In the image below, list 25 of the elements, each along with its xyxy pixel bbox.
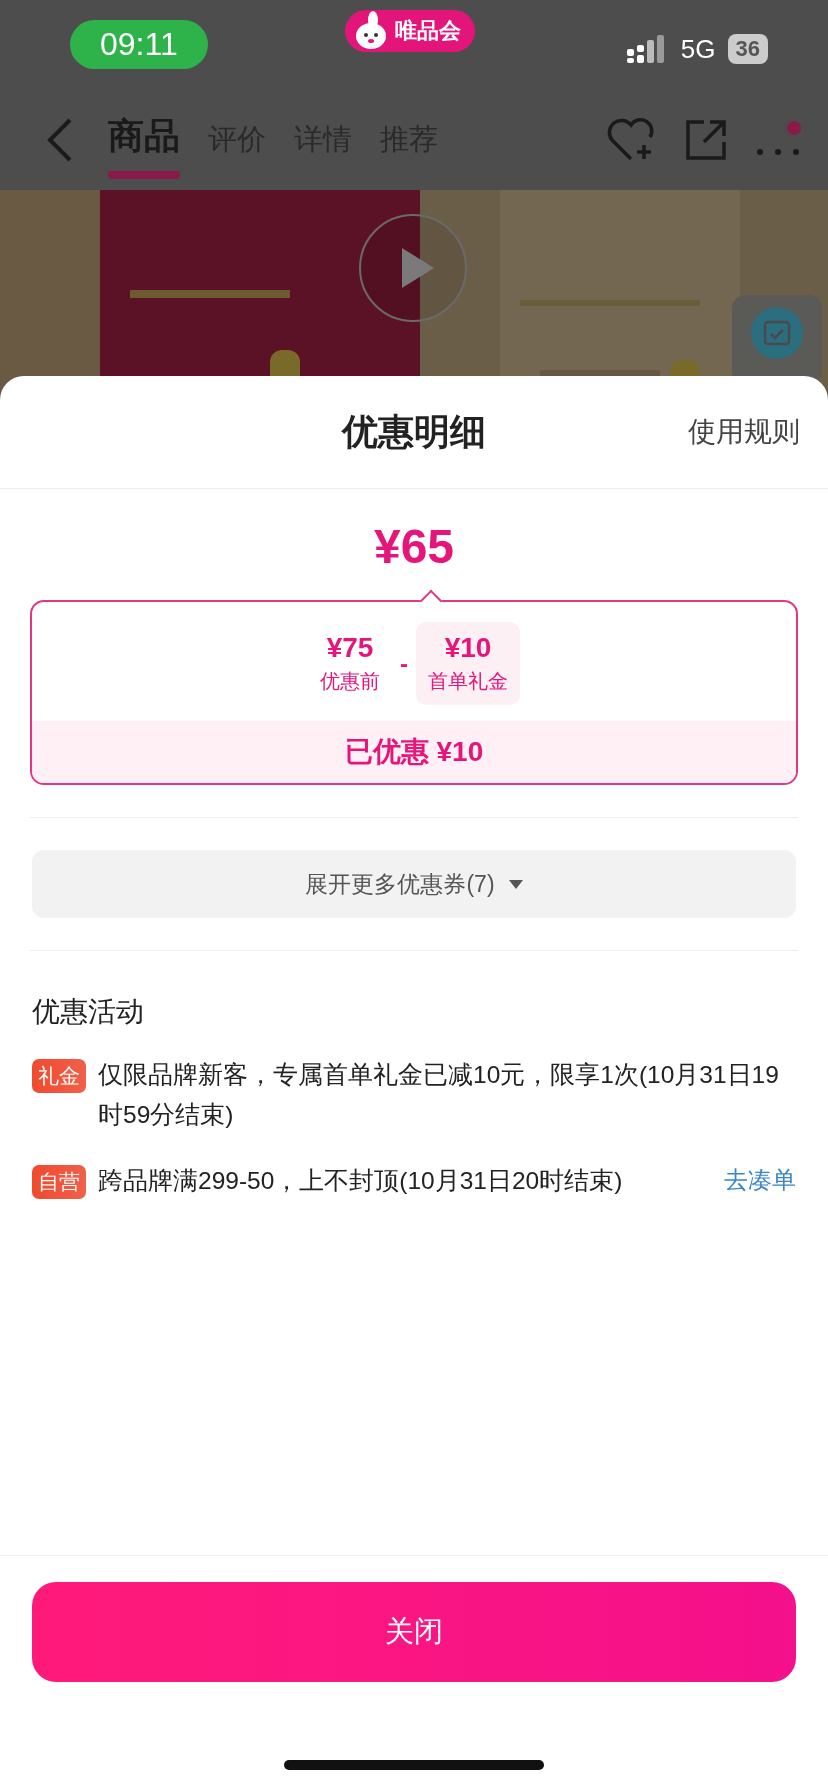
saved-amount: 已优惠 ¥10 xyxy=(32,721,796,783)
promo-text: 仅限品牌新客，专属首单礼金已减10元，限享1次(10月31日19时59分结束) xyxy=(98,1060,780,1130)
network-label: 5G xyxy=(680,33,716,65)
sheet-title: 优惠明细 xyxy=(342,409,486,454)
amount-item: ¥10 首单礼金 xyxy=(416,622,520,705)
play-button[interactable] xyxy=(358,213,468,323)
final-price: ¥65 xyxy=(373,519,455,574)
app-badge: 唯品会 xyxy=(345,10,475,52)
calendar-icon xyxy=(751,307,803,359)
share-icon[interactable] xyxy=(684,118,728,162)
promo-text: 跨品牌满299-50，上不封顶(10月31日20时结束) xyxy=(98,1166,624,1196)
promo-action-link[interactable]: 去凑单 xyxy=(724,1161,796,1199)
rules-link[interactable]: 使用规则 xyxy=(688,413,800,451)
expand-coupons-button[interactable]: 展开更多优惠券(7) xyxy=(32,850,796,918)
back-icon[interactable] xyxy=(46,118,74,162)
promo-tag: 自营 xyxy=(32,1165,86,1199)
close-button[interactable]: 关闭 xyxy=(32,1582,796,1682)
amount-item: ¥75 优惠前 xyxy=(319,631,381,694)
battery-indicator: 36 xyxy=(727,34,768,64)
heart-plus-icon[interactable] xyxy=(606,117,656,163)
caret-icon xyxy=(508,879,523,889)
status-time: 09:11 xyxy=(70,19,208,69)
section-title: 优惠活动 xyxy=(32,995,145,1029)
minus-sign: - xyxy=(400,649,408,678)
promo-tag: 礼金 xyxy=(32,1059,86,1093)
